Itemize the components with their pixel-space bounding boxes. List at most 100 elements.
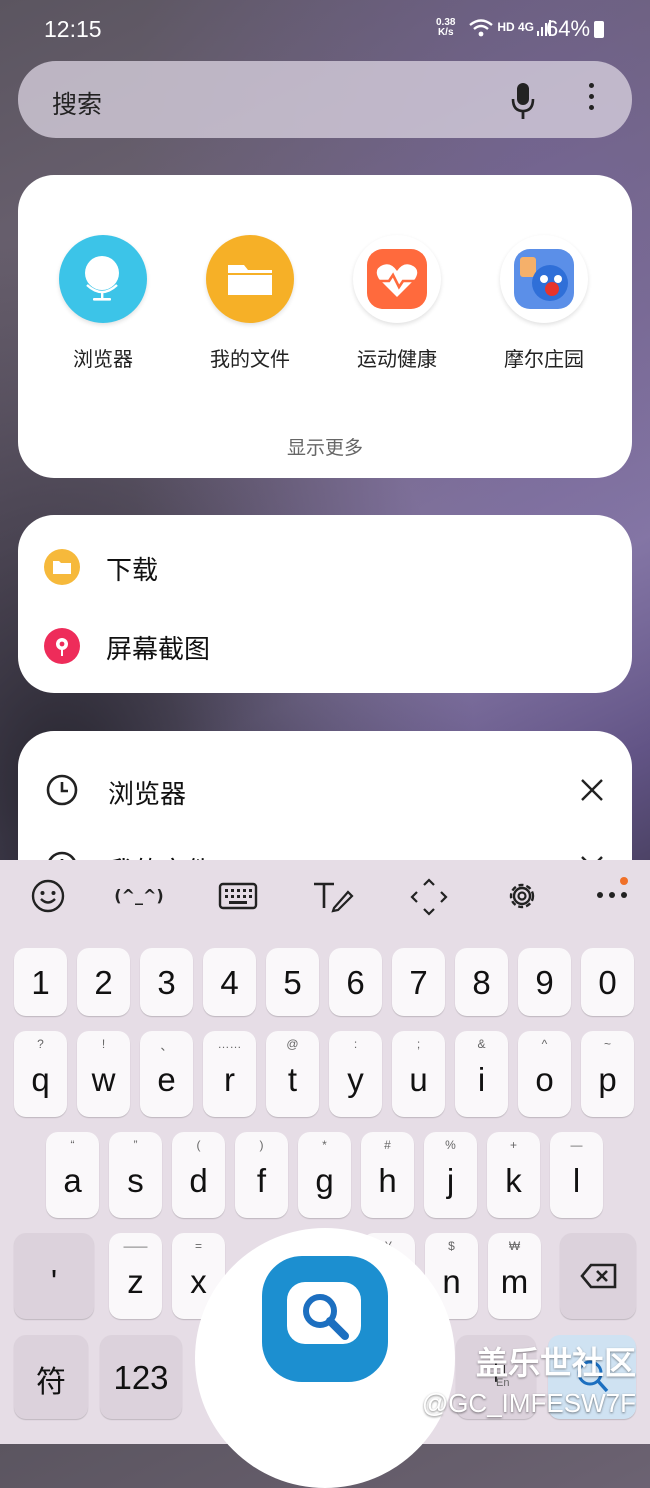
key-8[interactable]: 8 — [455, 948, 508, 1016]
app-health[interactable]: 运动健康 — [332, 235, 462, 372]
key-l-hint: — — [570, 1138, 583, 1152]
apps-card: 浏览器 我的文件 运动健康 摩尔庄园 显示更多 — [18, 175, 632, 478]
key-n-hint: $ — [448, 1239, 455, 1253]
emoji-icon[interactable] — [30, 878, 66, 914]
keyboard-toolbar: (^_^) — [0, 860, 650, 932]
key-p-label: p — [598, 1061, 617, 1098]
more-vertical-icon[interactable] — [586, 83, 596, 117]
key-d[interactable]: (d — [172, 1132, 225, 1218]
key-y-label: y — [347, 1061, 364, 1098]
key-w-hint: ! — [101, 1037, 106, 1051]
key-5[interactable]: 5 — [266, 948, 319, 1016]
key-9-label: 9 — [535, 964, 554, 1001]
key-i[interactable]: & i — [455, 1031, 508, 1117]
key-7[interactable]: 7 — [392, 948, 445, 1016]
kaomoji-button[interactable]: (^_^) — [110, 886, 168, 922]
folder-label: 下载 — [106, 556, 159, 586]
my-files-folder-icon — [206, 235, 294, 323]
key-f[interactable]: ) f — [235, 1132, 288, 1218]
key-d-hint: ( — [196, 1138, 201, 1152]
key-d-label: d — [189, 1162, 208, 1199]
key-0-label: 0 — [598, 964, 617, 1001]
key-w[interactable]: ! w — [77, 1031, 130, 1117]
search-input[interactable]: 搜索 — [52, 85, 102, 121]
app-label: 我的文件 — [210, 347, 290, 371]
symbols-key[interactable]: 符 — [14, 1335, 88, 1419]
key-7-label: 7 — [409, 964, 428, 1001]
key-y-hint: : — [353, 1037, 358, 1051]
app-mole-manor[interactable]: 摩尔庄园 — [479, 235, 609, 372]
key-l[interactable]: — l — [550, 1132, 603, 1218]
battery-icon — [594, 21, 604, 38]
numbers-key[interactable]: 123 — [100, 1335, 182, 1419]
key-z-label: z — [127, 1263, 144, 1300]
folder-row-screenshots[interactable]: 屏幕截图 — [44, 626, 604, 666]
key-o-hint: ^ — [541, 1037, 548, 1051]
key-h-label: h — [378, 1162, 397, 1199]
screenshot-flower-icon — [44, 628, 80, 664]
move-cursor-icon[interactable] — [410, 878, 448, 916]
key-u[interactable]: ; u — [392, 1031, 445, 1117]
keyboard-icon[interactable] — [218, 878, 258, 914]
backspace-key[interactable] — [560, 1233, 636, 1319]
microphone-icon[interactable] — [511, 81, 535, 121]
wifi-icon — [469, 19, 493, 37]
more-icon[interactable] — [596, 890, 628, 926]
close-icon[interactable] — [578, 776, 606, 804]
backspace-icon — [580, 1263, 617, 1289]
key-6[interactable]: 6 — [329, 948, 382, 1016]
key-1[interactable]: 1 — [14, 948, 67, 1016]
net-speed-unit: K/s — [437, 27, 454, 38]
key-h[interactable]: # h — [361, 1132, 414, 1218]
key-m-hint: ₩ — [508, 1239, 521, 1253]
key-g[interactable]: * g — [298, 1132, 351, 1218]
key-g-hint: * — [322, 1138, 327, 1152]
key-r[interactable]: …… r — [203, 1031, 256, 1117]
finder-app-icon[interactable] — [262, 1256, 388, 1382]
handwriting-icon[interactable] — [312, 878, 354, 914]
key-a-hint: “ — [70, 1138, 75, 1152]
network-type: HD 4G — [497, 20, 535, 35]
key-f-label: f — [256, 1162, 267, 1199]
key-j[interactable]: % j — [424, 1132, 477, 1218]
app-browser[interactable]: 浏览器 — [38, 235, 168, 372]
key-3[interactable]: 3 — [140, 948, 193, 1016]
key-9[interactable]: 9 — [518, 948, 571, 1016]
recent-search-item[interactable]: 浏览器 — [46, 774, 606, 814]
recent-search-label: 浏览器 — [108, 780, 187, 810]
finder-frame-icon — [287, 1282, 361, 1344]
key-j-hint: % — [445, 1138, 456, 1152]
key-s[interactable]: ” s — [109, 1132, 162, 1218]
key-e[interactable]: 、 e — [140, 1031, 193, 1117]
key-1-label: 1 — [31, 964, 50, 1001]
key-2[interactable]: 2 — [77, 948, 130, 1016]
key-y[interactable]: :y — [329, 1031, 382, 1117]
folder-label: 屏幕截图 — [106, 635, 211, 665]
key-t-hint: @ — [286, 1037, 299, 1051]
search-bar[interactable]: 搜索 — [18, 61, 632, 138]
key-t-label: t — [287, 1061, 298, 1098]
key-m-label: m — [500, 1263, 529, 1300]
key-t[interactable]: @ t — [266, 1031, 319, 1117]
key-5-label: 5 — [283, 964, 302, 1001]
key-k[interactable]: + k — [487, 1132, 540, 1218]
key-m[interactable]: ₩ m — [488, 1233, 541, 1319]
key-p[interactable]: ~ p — [581, 1031, 634, 1117]
key-a[interactable]: “a — [46, 1132, 99, 1218]
folder-icon — [44, 549, 80, 585]
key-3-label: 3 — [157, 964, 176, 1001]
folders-card: 下载 屏幕截图 — [18, 515, 632, 693]
key-apostrophe[interactable]: ' — [14, 1233, 94, 1319]
key-0[interactable]: 0 — [581, 948, 634, 1016]
settings-icon[interactable] — [504, 878, 540, 914]
show-more-link[interactable]: 显示更多 — [18, 433, 632, 460]
battery-percent: 64% — [546, 16, 591, 41]
key-4[interactable]: 4 — [203, 948, 256, 1016]
folder-row-downloads[interactable]: 下载 — [44, 547, 604, 587]
key-o[interactable]: ^ o — [518, 1031, 571, 1117]
key-e-label: e — [157, 1061, 176, 1098]
key-z[interactable]: —— z — [109, 1233, 162, 1319]
app-my-files[interactable]: 我的文件 — [185, 235, 315, 372]
key-q[interactable]: ? q — [14, 1031, 67, 1117]
key-2-label: 2 — [94, 964, 113, 1001]
